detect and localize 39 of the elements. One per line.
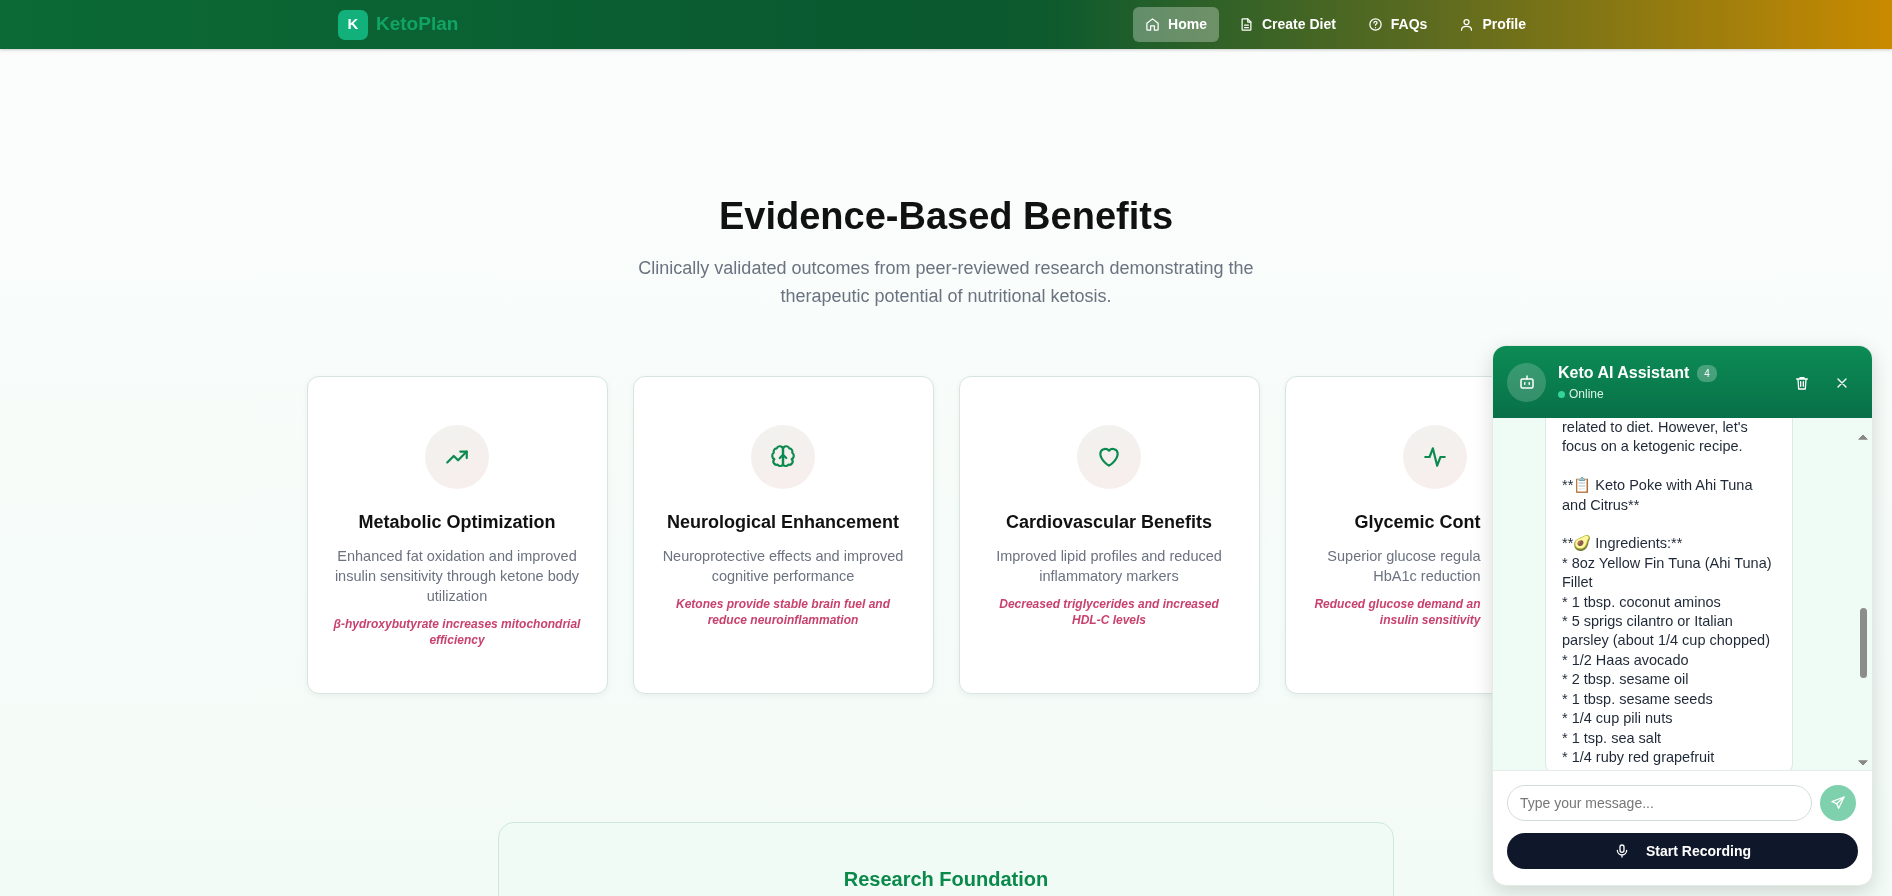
- document-icon: [1238, 17, 1254, 32]
- send-button[interactable]: [1820, 785, 1856, 821]
- help-icon: [1367, 17, 1383, 32]
- card-title: Cardiovascular Benefits: [1004, 510, 1214, 534]
- scroll-down-icon: [1858, 760, 1868, 766]
- scroll-up-icon: [1858, 433, 1868, 440]
- robot-icon: [1517, 373, 1536, 391]
- card-description: Neuroprotective effects and improved cognitive performance: [661, 546, 905, 586]
- record-button[interactable]: Start Recording: [1507, 833, 1858, 869]
- send-icon: [1830, 795, 1846, 811]
- card-title: Neurological Enhancement: [665, 510, 901, 534]
- evidence-note: Reduced glucose demand an insulin sensitivity: [1313, 595, 1481, 628]
- section-title: Evidence-Based Benefits: [717, 194, 1175, 239]
- card-description: Enhanced fat oxidation and improved insulin sensitivity through ketone body utilization: [333, 546, 581, 606]
- chat-message: related to diet. However, let's focus on a ketogenic recipe. **📋 Keto Poke with Ahi Tuna and Citrus** **🥑 Ingredients:** * 8oz Yellow Fin Tuna (Ahi Tuna) Fillet * 1 tbsp. coconut aminos * 5 sprigs cilantro or Italian parsley (about 1/4 cup chopped) * 1/2 Haas avocado * 2 tbsp. sesame oil * 1 tbsp. sesame seeds * 1/4 cup pili nuts * 1 tsp. sea salt * 1/4 ruby red grapefruit: [1545, 418, 1793, 770]
- card-title: Glycemic Cont: [1353, 510, 1481, 534]
- nav-link[interactable]: Create Diet: [1226, 7, 1348, 42]
- section-subtitle: Clinically validated outcomes from peer-reviewed research demonstrating the therapeutic potential of nutritional ketosis.: [637, 256, 1255, 308]
- card-description: Superior glucose regula HbA1c reduction: [1326, 546, 1481, 586]
- message-count: 4: [1697, 364, 1717, 382]
- evidence-note: β-hydroxybutyrate increases mitochondrial efficiency: [333, 615, 581, 648]
- evidence-note: Ketones provide stable brain fuel and reduce neuroinflammation: [674, 595, 892, 628]
- nav-link[interactable]: Profile: [1447, 7, 1538, 42]
- home-icon: [1145, 17, 1160, 32]
- research-title: Research Foundation: [842, 866, 1050, 891]
- logo-icon: K: [338, 9, 368, 40]
- trash-icon: [1794, 374, 1810, 391]
- card-description: Improved lipid profiles and reduced inflammatory markers: [995, 546, 1223, 586]
- scrollbar-thumb[interactable]: [1860, 608, 1867, 678]
- nav-link[interactable]: Home: [1133, 7, 1219, 42]
- status-text: Online: [1569, 386, 1604, 403]
- brain-icon: [770, 443, 796, 470]
- message-input[interactable]: Type your message...: [1507, 785, 1812, 821]
- nav-link[interactable]: FAQs: [1355, 7, 1440, 42]
- user-icon: [1459, 17, 1475, 32]
- card-title: Metabolic Optimization: [357, 510, 557, 534]
- assistant-name: Keto AI Assistant: [1558, 363, 1690, 383]
- evidence-note: Decreased triglycerides and increased HDL-C levels: [998, 595, 1220, 628]
- microphone-icon: [1614, 843, 1630, 859]
